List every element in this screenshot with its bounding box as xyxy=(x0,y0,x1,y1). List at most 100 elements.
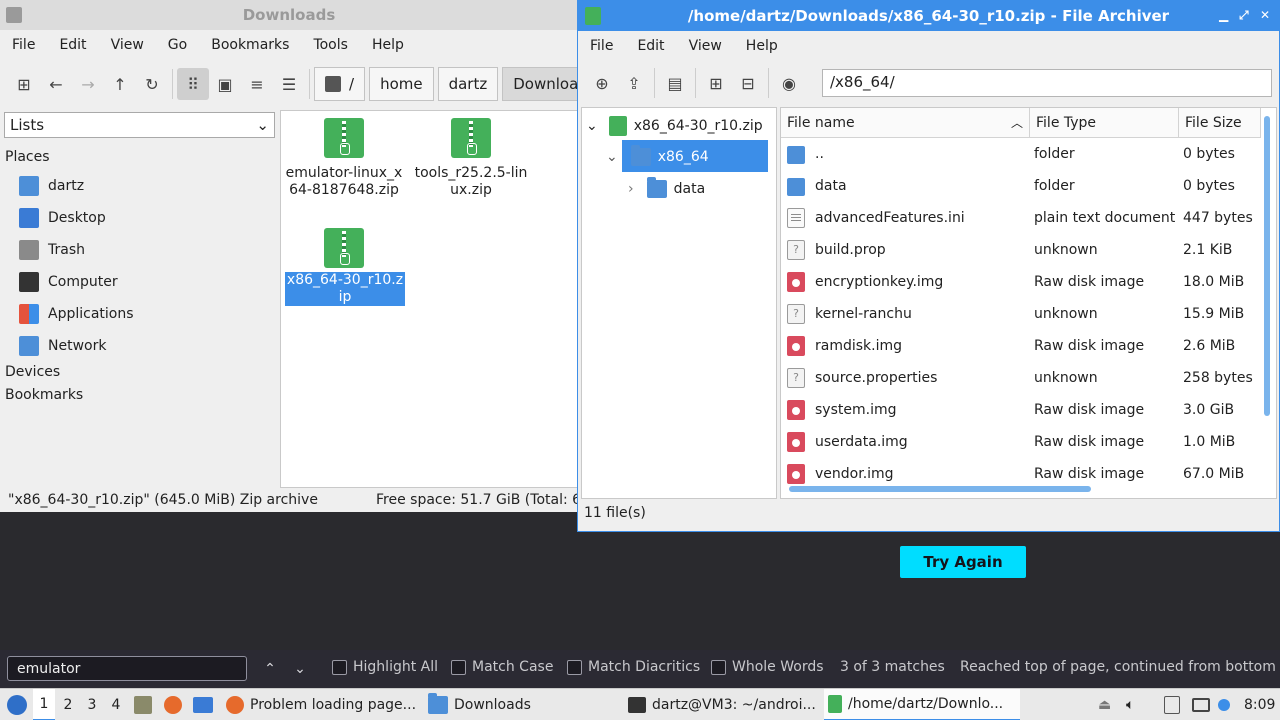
stop-icon[interactable]: ◉ xyxy=(773,67,805,99)
highlight-all-checkbox[interactable]: Highlight All xyxy=(332,659,438,675)
menu-edit[interactable]: Edit xyxy=(625,38,676,54)
workspace-4[interactable]: 4 xyxy=(105,689,127,720)
menu-tools[interactable]: Tools xyxy=(301,37,360,53)
add-file-icon[interactable]: ⊞ xyxy=(700,67,732,99)
table-row[interactable]: encryptionkey.img Raw disk image 18.0 MiB xyxy=(781,267,1261,299)
workspace-3[interactable]: 3 xyxy=(81,689,103,720)
task-file-archiver[interactable]: /home/dartz/Downlo... xyxy=(824,689,1020,720)
up-arrow-icon[interactable]: ↑ xyxy=(104,68,136,100)
forward-arrow-icon[interactable]: → xyxy=(72,68,104,100)
places-header[interactable]: Places xyxy=(5,149,50,165)
volume-icon[interactable]: 🔈︎ xyxy=(1126,689,1146,720)
toolbar-separator xyxy=(768,68,769,98)
eject-tray-icon[interactable]: ⏏ xyxy=(1098,689,1118,720)
bookmarks-header[interactable]: Bookmarks xyxy=(5,387,83,403)
extract-icon[interactable]: ⇪ xyxy=(618,67,650,99)
show-desktop-launcher[interactable] xyxy=(193,689,215,720)
file-label-tools[interactable]: tools_r25.2.5-linux.zip xyxy=(411,165,531,199)
side-pane-mode-select[interactable]: Lists ⌄ xyxy=(4,112,275,138)
match-diacritics-checkbox[interactable]: Match Diacritics xyxy=(567,659,700,675)
clock[interactable]: 8:09 xyxy=(1244,689,1275,720)
whole-words-checkbox[interactable]: Whole Words xyxy=(711,659,824,675)
tree-item-root[interactable]: ⌄ x86_64-30_r10.zip xyxy=(586,116,763,136)
column-file-name[interactable]: File name ︿ xyxy=(781,108,1030,138)
table-row[interactable]: ramdisk.img Raw disk image 2.6 MiB xyxy=(781,331,1261,363)
archive-box-icon[interactable]: ▤ xyxy=(659,67,691,99)
table-row[interactable]: .. folder 0 bytes xyxy=(781,139,1261,171)
menu-view[interactable]: View xyxy=(99,37,156,53)
compact-view-icon[interactable]: ≡ xyxy=(241,68,273,100)
network-tray-icon[interactable] xyxy=(1192,689,1212,720)
workspace-1[interactable]: 1 xyxy=(33,689,55,720)
zip-file-icon[interactable] xyxy=(324,118,364,158)
icon-view-icon[interactable]: ⠿ xyxy=(177,68,209,100)
task-downloads[interactable]: Downloads xyxy=(424,689,620,720)
column-file-size[interactable]: File Size xyxy=(1179,108,1261,138)
table-row[interactable]: advancedFeatures.ini plain text document 4… xyxy=(781,203,1261,235)
menu-file[interactable]: File xyxy=(578,38,625,54)
path-segment-home[interactable]: home xyxy=(369,67,434,101)
menu-file[interactable]: File xyxy=(0,37,47,53)
file-icon-view[interactable]: emulator-linux_x64-8187648.zip tools_r25… xyxy=(280,110,578,488)
task-terminal[interactable]: dartz@VM3: ~/androi... xyxy=(624,689,820,720)
sidebar-item-desktop[interactable]: Desktop xyxy=(19,208,106,228)
archiver-titlebar[interactable]: /home/dartz/Downloads/x86_64-30_r10.zip … xyxy=(578,1,1279,31)
updates-tray-icon[interactable] xyxy=(1218,689,1232,720)
table-row[interactable]: ? kernel-ranchu unknown 15.9 MiB xyxy=(781,299,1261,331)
menu-bookmarks[interactable]: Bookmarks xyxy=(199,37,301,53)
menu-edit[interactable]: Edit xyxy=(47,37,98,53)
detailed-view-icon[interactable]: ☰ xyxy=(273,68,305,100)
clipboard-icon[interactable] xyxy=(1164,689,1184,720)
back-arrow-icon[interactable]: ← xyxy=(40,68,72,100)
sidebar-item-computer[interactable]: Computer xyxy=(19,272,118,292)
task-firefox[interactable]: Problem loading page... xyxy=(222,689,418,720)
vertical-scrollbar[interactable] xyxy=(1264,116,1270,416)
reload-icon[interactable]: ↻ xyxy=(136,68,168,100)
table-row[interactable]: system.img Raw disk image 3.0 GiB xyxy=(781,395,1261,427)
try-again-button[interactable]: Try Again xyxy=(900,546,1026,578)
menu-view[interactable]: View xyxy=(677,38,734,54)
path-segment-dartz[interactable]: dartz xyxy=(437,67,499,101)
start-menu-button[interactable] xyxy=(4,689,30,720)
firefox-launcher[interactable] xyxy=(164,689,186,720)
unknown-file-icon: ? xyxy=(787,240,805,260)
new-archive-icon[interactable]: ⊕ xyxy=(586,67,618,99)
tree-item-data[interactable]: › data xyxy=(628,177,705,198)
table-row[interactable]: userdata.img Raw disk image 1.0 MiB xyxy=(781,427,1261,459)
path-root-button[interactable]: / xyxy=(314,67,366,101)
file-manager-titlebar[interactable]: Downloads xyxy=(0,0,578,30)
zip-file-icon[interactable] xyxy=(451,118,491,158)
close-icon[interactable]: ✕ xyxy=(1260,8,1270,22)
devices-header[interactable]: Devices xyxy=(5,364,60,380)
sidebar-item-network[interactable]: Network xyxy=(19,336,106,356)
find-input[interactable] xyxy=(7,656,247,681)
maximize-icon[interactable]: ⤢ xyxy=(1239,8,1249,23)
sidebar-item-trash[interactable]: Trash xyxy=(19,240,85,260)
table-row[interactable]: ? source.properties unknown 258 bytes xyxy=(781,363,1261,395)
match-case-checkbox[interactable]: Match Case xyxy=(451,659,553,675)
thumbnail-view-icon[interactable]: ▣ xyxy=(209,68,241,100)
table-row[interactable]: ? build.prop unknown 2.1 KiB xyxy=(781,235,1261,267)
workspace-2[interactable]: 2 xyxy=(57,689,79,720)
minimize-icon[interactable]: ▁ xyxy=(1219,8,1228,22)
file-label-emulator[interactable]: emulator-linux_x64-8187648.zip xyxy=(284,165,404,199)
file-label-x86-selected[interactable]: x86_64-30_r10.zip xyxy=(285,272,405,306)
table-row[interactable]: data folder 0 bytes xyxy=(781,171,1261,203)
archive-tree[interactable]: ⌄ x86_64-30_r10.zip ⌄ x86_64 › data xyxy=(581,107,777,499)
zip-file-icon[interactable] xyxy=(324,228,364,268)
sidebar-item-dartz[interactable]: dartz xyxy=(19,176,84,196)
column-file-type[interactable]: File Type xyxy=(1030,108,1179,138)
menu-help[interactable]: Help xyxy=(734,38,790,54)
menu-help[interactable]: Help xyxy=(360,37,416,53)
chevron-up-icon[interactable]: ⌃ xyxy=(259,658,281,680)
chevron-down-icon[interactable]: ⌄ xyxy=(289,658,311,680)
sidebar-item-applications[interactable]: Applications xyxy=(19,304,134,324)
add-folder-icon[interactable]: ⊟ xyxy=(732,67,764,99)
archive-file-list[interactable]: File name ︿ File Type File Size .. folder… xyxy=(780,107,1277,499)
horizontal-scrollbar[interactable] xyxy=(789,486,1091,492)
new-tab-icon[interactable]: ⊞ xyxy=(8,68,40,100)
archive-location-field[interactable]: /x86_64/ xyxy=(822,69,1272,97)
tree-item-x86-64[interactable]: ⌄ x86_64 xyxy=(606,145,709,166)
menu-go[interactable]: Go xyxy=(156,37,199,53)
file-manager-launcher[interactable] xyxy=(134,689,156,720)
